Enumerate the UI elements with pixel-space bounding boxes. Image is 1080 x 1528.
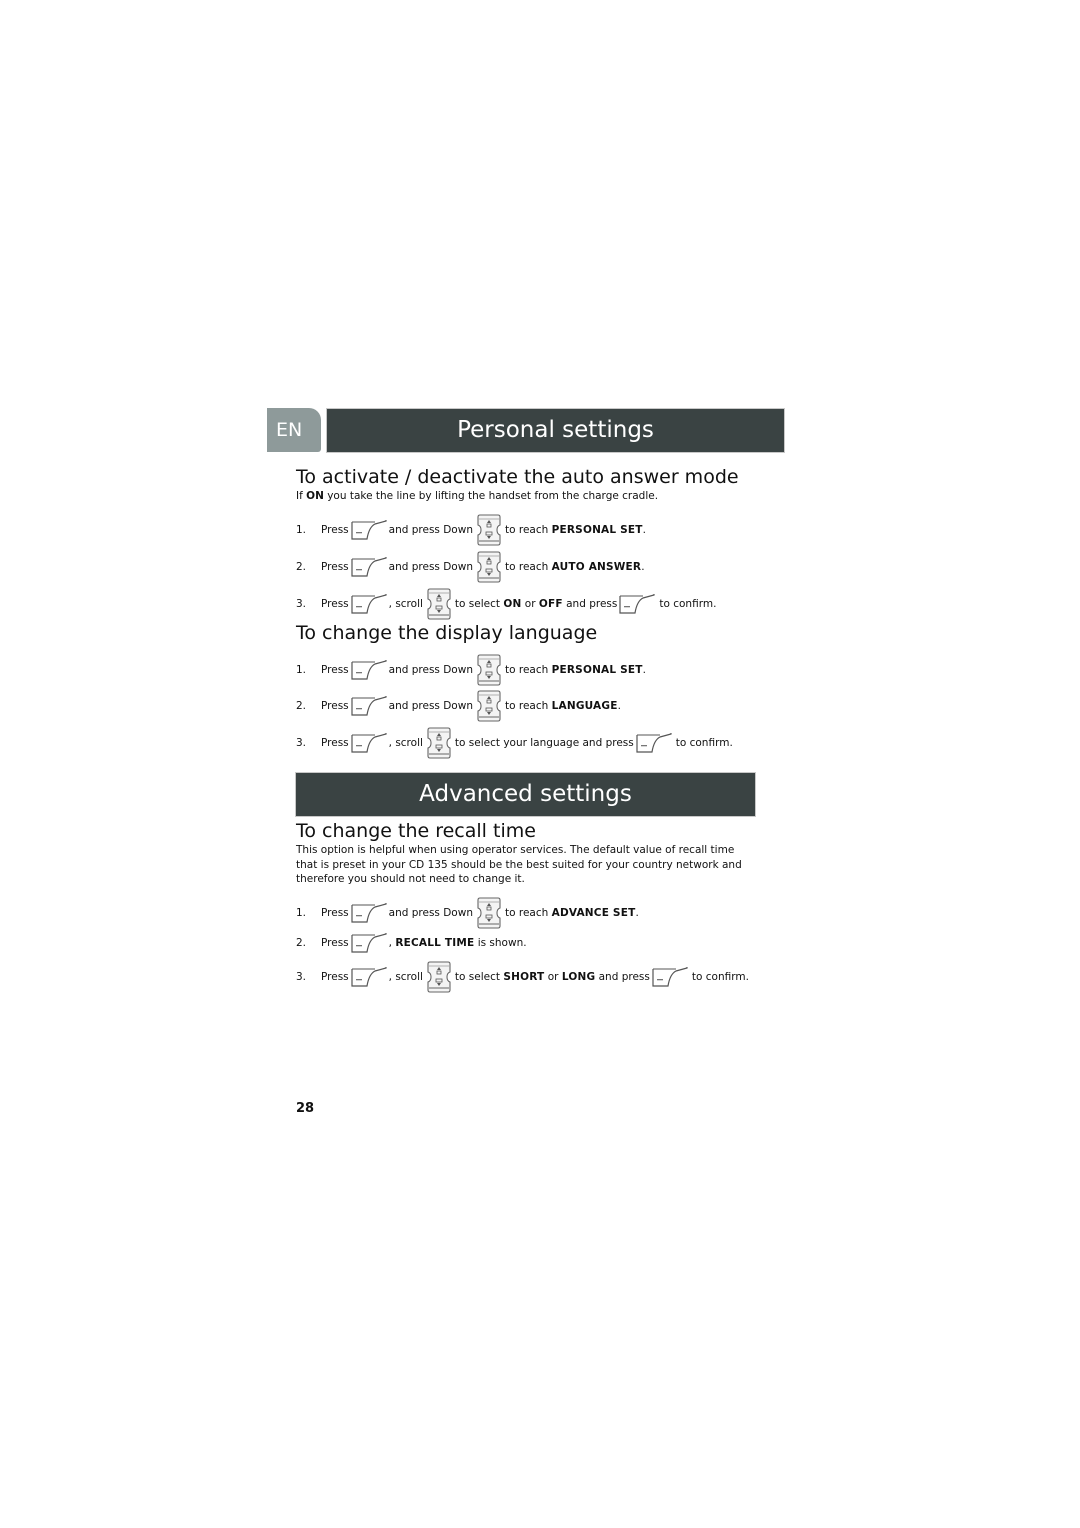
step-text: to confirm. [691,971,749,983]
up-down-navigation-key-icon [476,689,502,723]
heading-display-language: To change the display language [296,622,598,644]
step-text: to confirm. [675,737,733,749]
language-tab: EN [267,408,321,452]
option-long: LONG [561,971,596,983]
step-text: . [642,664,646,676]
step-number: 1. [296,664,307,676]
step-text: to select [454,971,500,983]
step-text: or [524,598,536,610]
step-text: and press Down [388,907,473,919]
up-down-navigation-key-icon [476,653,502,687]
up-down-navigation-key-icon [426,587,452,621]
step-language-1: 1. Press and press Down to reach PERSONA… [296,652,646,688]
step-text: to select [454,598,500,610]
step-text: , scroll [388,737,423,749]
up-down-navigation-key-icon [426,726,452,760]
step-text: and press [566,598,618,610]
step-text: and press [598,971,650,983]
page-number: 28 [296,1101,315,1116]
step-text: and press Down [388,561,473,573]
step-text: to reach [504,700,549,712]
step-text: . [641,561,645,573]
step-number: 3. [296,737,307,749]
step-text: Press [321,737,349,749]
menu-target: PERSONAL SET [551,664,643,676]
up-down-navigation-key-icon [426,960,452,994]
menu-softkey-icon [351,932,387,954]
heading-recall-time: To change the recall time [296,820,536,842]
menu-target: PERSONAL SET [551,524,643,536]
up-down-navigation-key-icon [476,513,502,547]
step-number: 3. [296,971,307,983]
step-text: Press [321,598,349,610]
menu-softkey-icon [619,593,655,615]
step-text: Press [321,971,349,983]
menu-softkey-icon [636,732,672,754]
intro-auto-answer: If ON you take the line by lifting the h… [296,490,658,502]
step-auto-answer-2: 2. Press and press Down to reach AUTO AN… [296,549,645,585]
menu-target: LANGUAGE [551,700,618,712]
step-text: and press Down [388,700,473,712]
step-auto-answer-3: 3. Press , scroll to select ON or OFF an… [296,586,716,622]
menu-softkey-icon [351,695,387,717]
intro-text: If [296,490,307,502]
step-text: is shown. [477,937,527,949]
menu-softkey-icon [351,556,387,578]
step-text: or [547,971,559,983]
step-text: Press [321,700,349,712]
step-text: to reach [504,664,549,676]
step-text: , scroll [388,598,423,610]
menu-target: AUTO ANSWER [551,561,642,573]
step-number: 2. [296,937,307,949]
menu-softkey-icon [351,659,387,681]
step-number: 3. [296,598,307,610]
step-text: to confirm. [659,598,717,610]
step-text: to select your language and press [454,737,634,749]
step-text: , [388,937,392,949]
menu-softkey-icon [652,966,688,988]
menu-softkey-icon [351,519,387,541]
option-on: ON [503,598,522,610]
menu-target: RECALL TIME [395,937,475,949]
intro-text: you take the line by lifting the handset… [323,490,659,502]
menu-softkey-icon [351,593,387,615]
step-text: and press Down [388,664,473,676]
step-number: 2. [296,561,307,573]
step-text: and press Down [388,524,473,536]
intro-bold: ON [306,490,324,502]
step-auto-answer-1: 1. Press and press Down to reach PERSONA… [296,512,646,548]
step-number: 1. [296,524,307,536]
step-text: , scroll [388,971,423,983]
step-text: Press [321,561,349,573]
up-down-navigation-key-icon [476,550,502,584]
step-text: Press [321,524,349,536]
step-text: Press [321,907,349,919]
step-text: . [635,907,639,919]
option-short: SHORT [503,971,545,983]
step-number: 1. [296,907,307,919]
section-banner-personal-settings: Personal settings [326,408,785,453]
step-text: Press [321,664,349,676]
step-recall-3: 3. Press , scroll to select SHORT or LON… [296,959,749,995]
step-text: . [617,700,621,712]
heading-auto-answer: To activate / deactivate the auto answer… [296,466,739,488]
step-text: to reach [504,524,549,536]
paragraph-recall-time: This option is helpful when using operat… [296,844,742,885]
step-text: Press [321,937,349,949]
menu-softkey-icon [351,732,387,754]
menu-target: ADVANCE SET [551,907,636,919]
step-language-3: 3. Press , scroll to select your languag… [296,725,733,761]
step-text: to reach [504,561,549,573]
option-off: OFF [538,598,563,610]
step-recall-2: 2. Press , RECALL TIME is shown. [296,925,527,961]
step-language-2: 2. Press and press Down to reach LANGUAG… [296,688,621,724]
step-number: 2. [296,700,307,712]
section-banner-advanced-settings: Advanced settings [295,772,756,817]
menu-softkey-icon [351,902,387,924]
step-text: . [642,524,646,536]
step-text: to reach [504,907,549,919]
menu-softkey-icon [351,966,387,988]
